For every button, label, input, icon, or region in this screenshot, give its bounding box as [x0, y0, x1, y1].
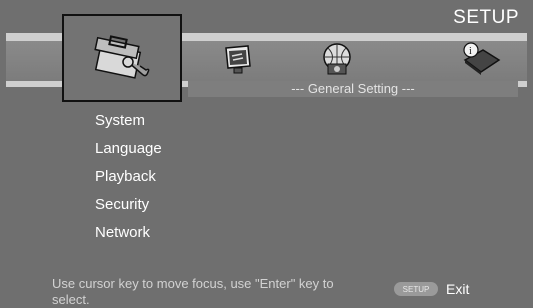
toolbox-wrench-icon	[94, 35, 150, 79]
info-book-icon[interactable]: i	[461, 42, 501, 76]
exit-label: Exit	[446, 281, 470, 297]
menu-item-network[interactable]: Network	[95, 224, 162, 252]
speaker-globe-icon[interactable]	[319, 42, 355, 76]
help-text: Use cursor key to move focus, use "Enter…	[52, 276, 334, 307]
setup-button[interactable]: SETUP	[394, 282, 438, 296]
menu-item-security[interactable]: Security	[95, 196, 162, 224]
menu-item-system[interactable]: System	[95, 112, 162, 140]
menu-item-playback[interactable]: Playback	[95, 168, 162, 196]
settings-menu: System Language Playback Security Networ…	[95, 112, 162, 252]
tab-general-setting[interactable]	[62, 14, 182, 102]
section-subtitle: --- General Setting ---	[188, 81, 518, 97]
menu-item-language[interactable]: Language	[95, 140, 162, 168]
setup-screen: SETUP i --- General Setting --- System L…	[0, 0, 533, 308]
exit-control: SETUP Exit	[394, 281, 469, 297]
page-title: SETUP	[453, 7, 519, 28]
svg-text:i: i	[469, 46, 472, 57]
monitor-icon[interactable]	[222, 44, 254, 76]
